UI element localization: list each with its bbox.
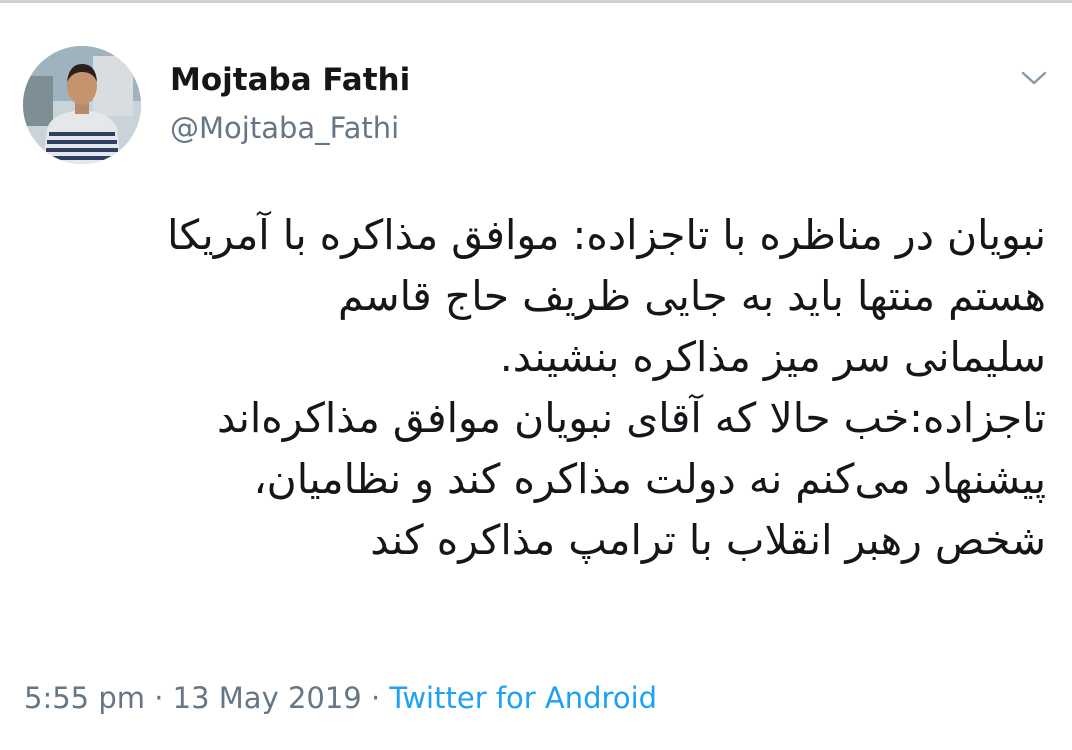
tweet-card: Mojtaba Fathi @Mojtaba_Fathi نبویان در م… — [0, 0, 1072, 750]
tweet-date[interactable]: 13 May 2019 — [173, 681, 362, 715]
tweet-metadata: 5:55 pm · 13 May 2019 · Twitter for Andr… — [24, 678, 657, 718]
tweet-author: Mojtaba Fathi @Mojtaba_Fathi — [170, 60, 410, 146]
avatar-photo — [23, 46, 141, 164]
tweet-text-line: هستم منتها باید به جایی ظریف حاج قاسم — [338, 272, 1046, 320]
tweet-source-link[interactable]: Twitter for Android — [389, 681, 657, 715]
tweet-text-line: نبویان در مناظره با تاجزاده: موافق مذاکر… — [167, 211, 1046, 259]
tweet-text-line: سلیمانی سر میز مذاکره بنشیند. — [499, 333, 1046, 381]
tweet-text-line: پیشنهاد می‌کنم نه دولت مذاکره کند و نظام… — [253, 455, 1046, 503]
meta-separator: · — [370, 681, 381, 715]
tweet-text: نبویان در مناظره با تاجزاده: موافق مذاکر… — [16, 205, 1046, 571]
tweet-options-button[interactable] — [1014, 62, 1054, 94]
avatar[interactable] — [23, 46, 141, 164]
tweet-text-line: تاجزاده:خب حالا که آقای نبویان موافق مذا… — [216, 394, 1046, 442]
tweet-text-line: شخص رهبر انقلاب با ترامپ مذاکره کند — [370, 516, 1046, 564]
meta-separator: · — [154, 681, 164, 715]
author-display-name[interactable]: Mojtaba Fathi — [170, 60, 410, 100]
author-handle[interactable]: @Mojtaba_Fathi — [170, 110, 410, 146]
tweet-time[interactable]: 5:55 pm — [24, 681, 145, 715]
chevron-down-icon — [1021, 71, 1047, 85]
